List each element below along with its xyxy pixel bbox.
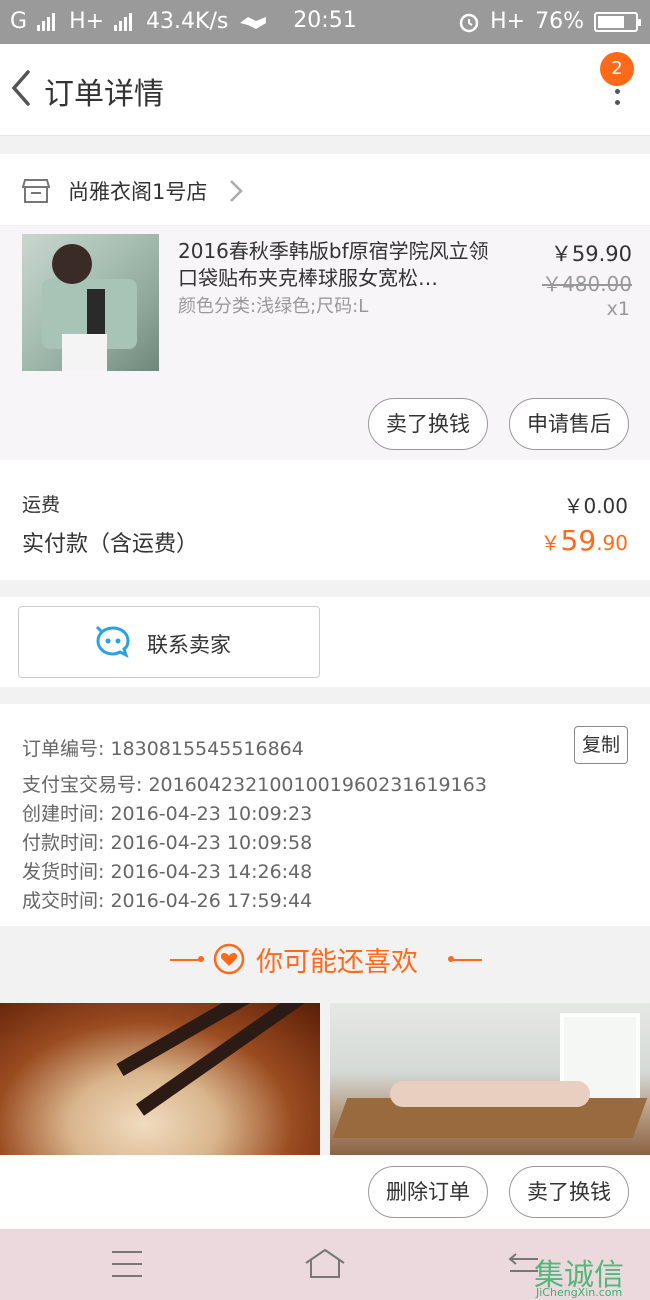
- shipped-time: 发货时间: 2016-04-23 14:26:48: [22, 861, 313, 883]
- price-current: ￥59.90: [550, 242, 632, 266]
- completed-time: 成交时间: 2016-04-26 17:59:44: [22, 890, 313, 912]
- alarm-icon: [459, 13, 479, 32]
- battery-icon: [594, 11, 641, 32]
- alipay-trade-number: 支付宝交易号: 2016042321001001960231619163: [22, 774, 487, 796]
- menu-icon[interactable]: [112, 1251, 142, 1277]
- price-original: ￥480.00: [542, 272, 632, 296]
- recommended-product-mat[interactable]: [330, 1003, 650, 1155]
- after-sale-button[interactable]: 申请售后: [509, 398, 629, 450]
- network-right-label: H+: [490, 9, 526, 34]
- paid-time: 付款时间: 2016-04-23 10:09:58: [22, 832, 313, 854]
- paid-dec: .90: [596, 531, 628, 555]
- battery-percent: 76%: [535, 9, 584, 34]
- fee-summary: 运费 ￥0.00 实付款（含运费） ￥59.90: [0, 460, 650, 580]
- contact-seller-label: 联系卖家: [147, 633, 231, 657]
- recommended-product-dumpling[interactable]: [0, 1003, 320, 1155]
- shop-icon: [22, 179, 50, 203]
- recommend-title: 你可能还喜欢: [256, 947, 418, 978]
- shipping-value: ￥0.00: [563, 494, 628, 518]
- quantity: x1: [606, 298, 630, 320]
- chat-bubble-icon: [95, 625, 130, 658]
- product-thumbnail[interactable]: [22, 234, 159, 371]
- divider-dot-left: [198, 956, 204, 962]
- watermark-url: JiChengXin.com: [536, 1286, 623, 1299]
- paid-currency: ￥: [540, 531, 561, 555]
- order-info: 订单编号: 1830815545516864 复制 支付宝交易号: 201604…: [0, 704, 650, 926]
- paid-label: 实付款（含运费）: [22, 532, 199, 557]
- created-time: 创建时间: 2016-04-23 10:09:23: [22, 803, 313, 825]
- contact-seller-button[interactable]: 联系卖家: [18, 606, 320, 678]
- recommend-header: 你可能还喜欢: [0, 928, 650, 994]
- chevron-right-icon: [230, 180, 243, 202]
- order-item[interactable]: 2016春秋季韩版bf原宿学院风立领口袋贴布夹克棒球服女宽松… 颜色分类:浅绿色…: [0, 226, 650, 460]
- order-number: 订单编号: 1830815545516864: [22, 738, 304, 760]
- divider-left: [170, 959, 200, 961]
- heart-icon: [213, 943, 245, 975]
- home-icon[interactable]: [302, 1247, 348, 1281]
- sell-for-cash-button[interactable]: 卖了换钱: [368, 398, 488, 450]
- product-spec: 颜色分类:浅绿色;尺码:L: [178, 296, 369, 317]
- sell-for-cash-button-bottom[interactable]: 卖了换钱: [509, 1166, 629, 1218]
- delete-order-button[interactable]: 删除订单: [368, 1166, 488, 1218]
- contact-section: 联系卖家: [0, 597, 650, 687]
- paid-int: 59: [560, 524, 597, 557]
- copy-button[interactable]: 复制: [574, 726, 628, 764]
- status-bar: G H+ 43.4K/s 20:51 H+ 76%: [0, 0, 650, 44]
- divider-right: [452, 959, 482, 961]
- product-title: 2016春秋季韩版bf原宿学院风立领口袋贴布夹克棒球服女宽松…: [178, 239, 489, 290]
- notification-badge: 2: [600, 52, 634, 86]
- order-actions: 删除订单 卖了换钱: [0, 1155, 650, 1229]
- nav-bar: 订单详情 2: [0, 44, 650, 136]
- page-title: 订单详情: [44, 77, 164, 112]
- paid-amount: ￥59.90: [541, 524, 628, 557]
- status-right: H+ 76%: [458, 9, 641, 34]
- shop-name: 尚雅衣阁1号店: [68, 180, 208, 204]
- back-icon[interactable]: [4, 62, 40, 114]
- shipping-label: 运费: [22, 494, 61, 516]
- shop-row[interactable]: 尚雅衣阁1号店: [0, 154, 650, 226]
